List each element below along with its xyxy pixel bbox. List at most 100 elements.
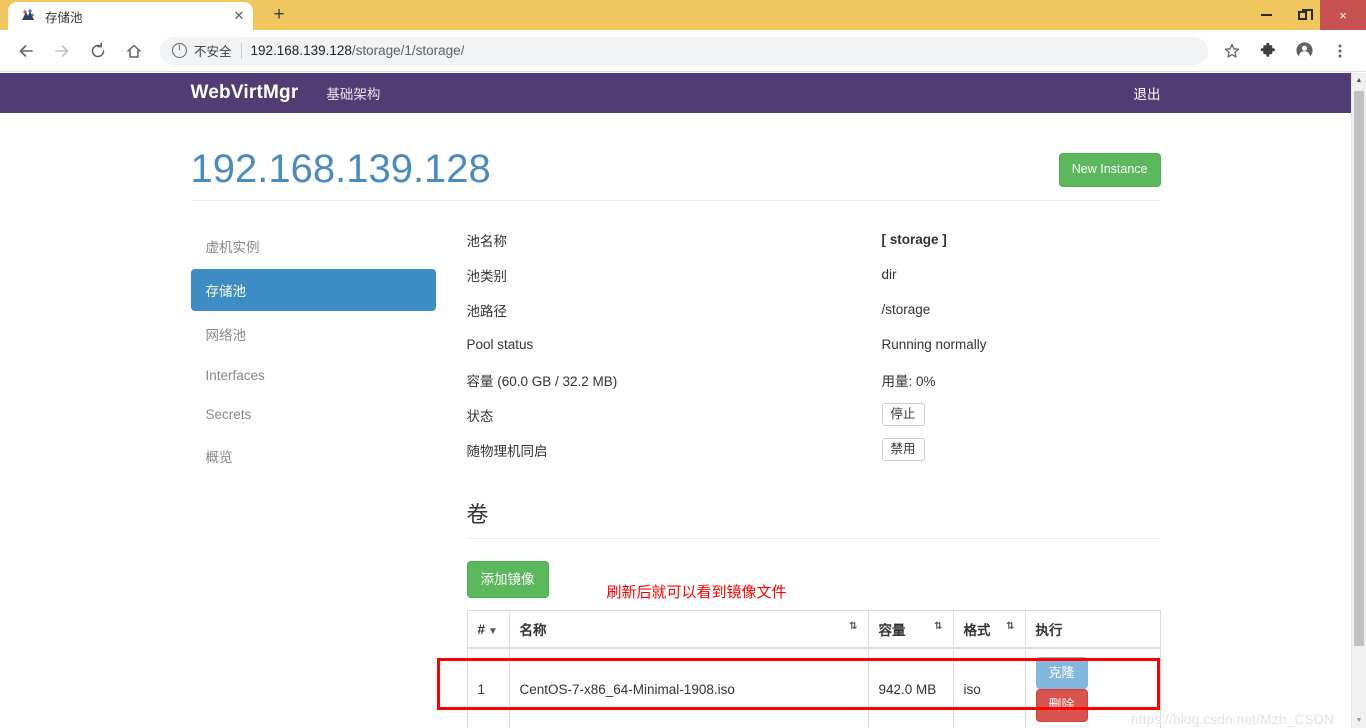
column-header-format-label: 格式 bbox=[963, 623, 991, 638]
table-header-row: # ▼ ⇅ 名称 ⇅ 容量 ⇅ 格式 执行 bbox=[466, 610, 1161, 649]
tab-title: 存储池 bbox=[45, 10, 83, 25]
detail-value: 禁用 bbox=[881, 437, 1161, 462]
detail-label: 随物理机同启 bbox=[466, 443, 548, 459]
sort-both-icon: ⇅ bbox=[1006, 621, 1015, 632]
detail-label: 池名称 bbox=[466, 233, 508, 249]
maximize-icon bbox=[1297, 8, 1313, 20]
caret-up-icon[interactable]: ▲ bbox=[1352, 73, 1366, 88]
sidebar-item-secrets[interactable]: Secrets bbox=[191, 396, 436, 433]
sidebar-nav: 虚机实例 存储池 网络池 Interfaces Secrets 概览 bbox=[190, 225, 436, 477]
account-avatar-icon[interactable] bbox=[1289, 36, 1319, 66]
clone-button[interactable]: 克隆 bbox=[1035, 657, 1088, 690]
app-navbar: WebVirtMgr 基础架构 退出 bbox=[0, 73, 1351, 113]
logout-link[interactable]: 退出 bbox=[1134, 83, 1161, 103]
sidebar-link-interfaces[interactable]: Interfaces bbox=[191, 357, 436, 394]
browser-window: 存储池 ✕ + × i 不安全 192.168.139.128/storage/… bbox=[0, 0, 1366, 728]
reload-icon bbox=[91, 42, 105, 57]
forward-button[interactable] bbox=[47, 36, 77, 66]
volumes-table: # ▼ ⇅ 名称 ⇅ 容量 ⇅ 格式 执行 1 CentOS-7-x86_64-… bbox=[466, 610, 1161, 728]
maximize-button[interactable] bbox=[1284, 0, 1320, 30]
pool-name-value: [ storage ] bbox=[881, 232, 947, 247]
annotation-text: 刷新后就可以看到镜像文件 bbox=[606, 584, 787, 601]
volumes-actions: 添加镜像 刷新后就可以看到镜像文件 bbox=[466, 561, 1161, 601]
home-icon bbox=[127, 44, 141, 58]
volumes-section-title: 卷 bbox=[466, 497, 1161, 539]
caret-down-icon[interactable]: ▼ bbox=[1352, 713, 1366, 728]
delete-button[interactable]: 删除 bbox=[1035, 689, 1088, 722]
volumes-table-head: # ▼ ⇅ 名称 ⇅ 容量 ⇅ 格式 执行 bbox=[466, 610, 1161, 649]
info-circle-icon[interactable] bbox=[172, 42, 187, 58]
column-header-size[interactable]: ⇅ 容量 bbox=[867, 610, 954, 649]
autostart-badge[interactable]: 禁用 bbox=[881, 437, 925, 462]
puzzle-icon[interactable] bbox=[1253, 36, 1283, 66]
close-icon: × bbox=[1339, 7, 1347, 23]
browser-toolbar: 不安全 192.168.139.128/storage/1/storage/ bbox=[0, 30, 1366, 72]
more-vertical-icon[interactable] bbox=[1325, 36, 1355, 66]
sidebar-link-overview[interactable]: 概览 bbox=[191, 435, 436, 477]
arrow-left-icon bbox=[19, 44, 33, 57]
detail-label: 状态 bbox=[466, 408, 494, 424]
minimize-button[interactable] bbox=[1248, 0, 1284, 30]
close-window-button[interactable]: × bbox=[1320, 0, 1366, 30]
arrow-right-icon bbox=[55, 44, 69, 57]
window-controls: × bbox=[1248, 0, 1366, 30]
sidebar-item-instances[interactable]: 虚机实例 bbox=[191, 225, 436, 267]
column-header-format[interactable]: ⇅ 格式 bbox=[952, 610, 1026, 649]
add-image-button[interactable]: 添加镜像 bbox=[466, 561, 549, 599]
sidebar-item-storages[interactable]: 存储池 bbox=[190, 269, 436, 311]
new-tab-button[interactable]: + bbox=[265, 2, 293, 30]
navbar-right: 退出 bbox=[1134, 73, 1161, 113]
app-brand[interactable]: WebVirtMgr bbox=[191, 82, 299, 104]
vertical-scrollbar[interactable]: ▲ ▼ bbox=[1351, 73, 1366, 728]
omnibox-divider bbox=[240, 42, 242, 59]
url-path: /storage/1/storage/ bbox=[351, 43, 465, 58]
caret-down-icon: ▼ bbox=[488, 625, 498, 637]
cell-index: 1 bbox=[466, 647, 510, 728]
back-button[interactable] bbox=[11, 36, 41, 66]
column-header-index[interactable]: # ▼ bbox=[466, 610, 510, 649]
table-row: 1 CentOS-7-x86_64-Minimal-1908.iso 942.0… bbox=[466, 647, 1161, 728]
column-header-action-label: 执行 bbox=[1035, 623, 1063, 638]
page-header: 192.168.139.128 New Instance bbox=[190, 113, 1161, 201]
cell-name: CentOS-7-x86_64-Minimal-1908.iso bbox=[508, 647, 869, 728]
sidebar-item-networks[interactable]: 网络池 bbox=[191, 313, 436, 355]
tab-strip: 存储池 ✕ + × bbox=[0, 0, 1366, 30]
minimize-icon bbox=[1260, 14, 1272, 16]
state-badge[interactable]: 停止 bbox=[881, 402, 925, 427]
reload-button[interactable] bbox=[83, 36, 113, 66]
sidebar-item-overview[interactable]: 概览 bbox=[191, 435, 436, 477]
page-content: WebVirtMgr 基础架构 退出 192.168.139.128 New I… bbox=[0, 73, 1351, 728]
scrollbar-thumb[interactable] bbox=[1354, 91, 1364, 646]
home-button[interactable] bbox=[119, 36, 149, 66]
address-bar[interactable]: 不安全 192.168.139.128/storage/1/storage/ bbox=[160, 36, 1208, 65]
sidebar-link-instances[interactable]: 虚机实例 bbox=[191, 225, 436, 267]
toolbar-right-group bbox=[1214, 36, 1358, 66]
column-header-name[interactable]: ⇅ 名称 bbox=[508, 610, 869, 649]
sidebar-link-networks[interactable]: 网络池 bbox=[191, 313, 436, 355]
detail-row-capacity: 容量 (60.0 GB / 32.2 MB) 用量: 0% bbox=[467, 362, 1161, 397]
navbar-item-infrastructure[interactable]: 基础架构 bbox=[326, 83, 380, 103]
sidebar-link-secrets[interactable]: Secrets bbox=[191, 396, 436, 433]
detail-value: Running normally bbox=[881, 337, 987, 352]
detail-value: 用量: 0% bbox=[881, 373, 936, 389]
detail-label: Pool status bbox=[466, 337, 534, 352]
cell-size: 942.0 MB bbox=[867, 647, 954, 728]
cell-format: iso bbox=[952, 647, 1026, 728]
page-container: 192.168.139.128 New Instance 虚机实例 存储池 网络… bbox=[190, 113, 1161, 728]
column-header-index-label: # bbox=[477, 621, 486, 637]
star-icon[interactable] bbox=[1217, 36, 1247, 66]
detail-row-pool-path: 池路径 /storage bbox=[467, 292, 1161, 327]
sidebar-link-storages[interactable]: 存储池 bbox=[190, 269, 436, 311]
sidebar-item-interfaces[interactable]: Interfaces bbox=[191, 357, 436, 394]
volumes-table-body: 1 CentOS-7-x86_64-Minimal-1908.iso 942.0… bbox=[466, 647, 1161, 728]
column-header-action: 执行 bbox=[1024, 610, 1161, 649]
close-icon[interactable]: ✕ bbox=[231, 8, 247, 24]
detail-row-pool-name: 池名称 [ storage ] bbox=[467, 222, 1161, 257]
navbar-inner: WebVirtMgr 基础架构 退出 bbox=[191, 73, 1161, 113]
page-title: 192.168.139.128 bbox=[190, 147, 491, 191]
new-instance-button[interactable]: New Instance bbox=[1058, 153, 1161, 187]
detail-row-pool-type: 池类别 dir bbox=[467, 257, 1161, 292]
url-text: 192.168.139.128/storage/1/storage/ bbox=[251, 43, 465, 58]
browser-tab[interactable]: 存储池 ✕ bbox=[8, 2, 253, 30]
watermark: https://blog.csdn.net/Mzh_CSDN bbox=[1130, 710, 1334, 727]
